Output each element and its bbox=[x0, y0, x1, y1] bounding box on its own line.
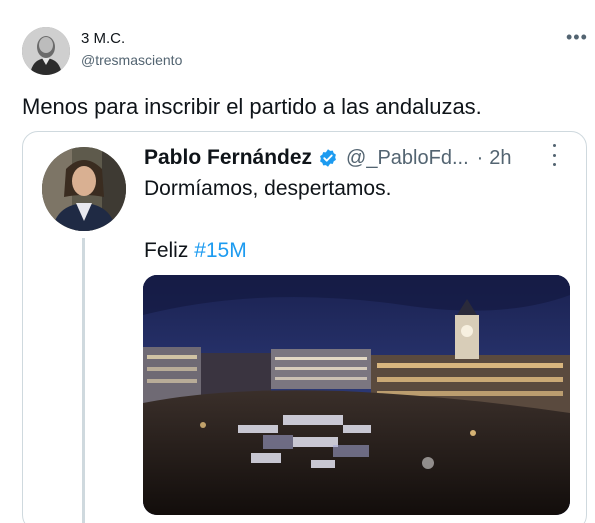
quoted-author-avatar[interactable] bbox=[42, 147, 126, 231]
quoted-author-display-name[interactable]: Pablo Fernández bbox=[144, 146, 312, 170]
quoted-tweet-header: Pablo Fernández @_PabloFd... · 2h bbox=[144, 142, 512, 174]
quoted-tweet-text-line1: Dormíamos, despertamos. bbox=[144, 177, 392, 200]
hashtag-link[interactable]: #15M bbox=[194, 239, 247, 262]
tweet[interactable]: 3 M.C. @tresmasciento ••• Menos para ins… bbox=[0, 0, 595, 523]
thread-line bbox=[82, 238, 85, 523]
author-display-name[interactable]: 3 M.C. bbox=[81, 30, 125, 47]
quoted-more-options-icon[interactable] bbox=[550, 144, 558, 166]
author-handle[interactable]: @tresmasciento bbox=[81, 52, 182, 68]
verified-badge-icon bbox=[318, 148, 338, 168]
quoted-tweet-photo[interactable] bbox=[143, 275, 570, 515]
separator-dot: · bbox=[476, 146, 484, 169]
tweet-text: Menos para inscribir el partido a las an… bbox=[22, 94, 482, 119]
quoted-tweet-text-line2: Feliz #15M bbox=[144, 239, 247, 263]
quoted-text-prefix: Feliz bbox=[144, 239, 195, 262]
quoted-tweet-timestamp[interactable]: 2h bbox=[489, 147, 511, 170]
quoted-author-handle[interactable]: @_PabloFd... bbox=[346, 147, 469, 170]
more-options-icon[interactable]: ••• bbox=[566, 28, 588, 46]
author-avatar[interactable] bbox=[22, 27, 70, 75]
quoted-tweet-card[interactable]: Pablo Fernández @_PabloFd... · 2h Dormía… bbox=[22, 131, 587, 523]
